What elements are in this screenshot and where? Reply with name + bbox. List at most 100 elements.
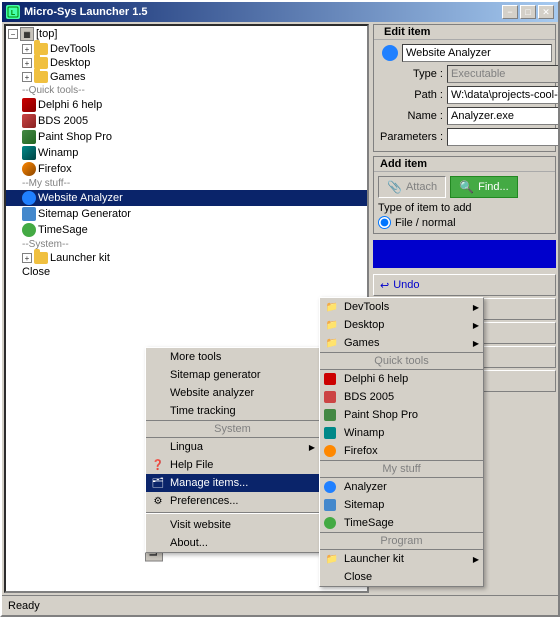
file-normal-radio[interactable] bbox=[378, 216, 391, 229]
menu-time-tracking[interactable]: Time tracking bbox=[146, 402, 319, 420]
edit-name2-input[interactable] bbox=[447, 107, 558, 125]
edit-name-input[interactable] bbox=[402, 44, 552, 62]
delphi-label: Delphi 6 help bbox=[38, 99, 102, 111]
tree-item-firefox[interactable]: Firefox bbox=[6, 161, 367, 177]
submenu-bds[interactable]: BDS 2005 bbox=[320, 388, 483, 406]
edit-item-content: Type : Path : Name : Param bbox=[374, 40, 555, 151]
tree-item-websiteanalyzer[interactable]: Website Analyzer bbox=[6, 190, 367, 206]
maximize-button[interactable]: □ bbox=[520, 5, 536, 19]
submenu-launcherkit[interactable]: 📁 Launcher kit ▶ bbox=[320, 550, 483, 568]
edit-path-input[interactable] bbox=[447, 86, 558, 104]
submenu-bds-icon bbox=[324, 391, 336, 403]
close-window-button[interactable]: ✕ bbox=[538, 5, 554, 19]
tree-item-bds[interactable]: BDS 2005 bbox=[6, 113, 367, 129]
menu-more-tools[interactable]: More tools bbox=[146, 348, 319, 366]
menu-sitemap-gen[interactable]: Sitemap generator bbox=[146, 366, 319, 384]
submenu-winamp[interactable]: Winamp bbox=[320, 424, 483, 442]
submenu-sitemap[interactable]: Sitemap bbox=[320, 496, 483, 514]
about-label: About... bbox=[170, 537, 208, 549]
submenu-timesage[interactable]: TimeSage bbox=[320, 514, 483, 532]
manage-icon: 🗂 bbox=[150, 475, 166, 491]
prefs-icon: ⚙ bbox=[150, 493, 166, 509]
submenu-psp[interactable]: Paint Shop Pro bbox=[320, 406, 483, 424]
tree-item-timesage[interactable]: TimeSage bbox=[6, 222, 367, 238]
menu-about[interactable]: About... bbox=[146, 534, 319, 552]
tree-item-devtools[interactable]: + DevTools bbox=[6, 42, 367, 56]
submenu-devtools[interactable]: 📁 DevTools ▶ bbox=[320, 298, 483, 316]
menu-preferences[interactable]: ⚙ Preferences... bbox=[146, 492, 319, 510]
submenu-analyzer[interactable]: Analyzer bbox=[320, 478, 483, 496]
submenu-firefox[interactable]: Firefox bbox=[320, 442, 483, 460]
sitemap-label: Sitemap Generator bbox=[38, 208, 131, 220]
tree-item-desktop[interactable]: + Desktop bbox=[6, 56, 367, 70]
minimize-button[interactable]: − bbox=[502, 5, 518, 19]
time-tracking-label: Time tracking bbox=[170, 405, 236, 417]
menu-sep2 bbox=[146, 512, 319, 514]
submenu-desktop[interactable]: 📁 Desktop ▶ bbox=[320, 316, 483, 334]
undo-label: Undo bbox=[393, 279, 419, 291]
svg-text:L: L bbox=[11, 10, 16, 17]
window-controls: − □ ✕ bbox=[502, 5, 554, 19]
close-label: Close bbox=[22, 266, 50, 278]
edit-name-row bbox=[378, 44, 551, 62]
submenu-sitemap-label: Sitemap bbox=[344, 499, 384, 511]
desktop-label: Desktop bbox=[50, 57, 90, 69]
tree-item-psp[interactable]: Paint Shop Pro bbox=[6, 129, 367, 145]
tree-item-sitemap[interactable]: Sitemap Generator bbox=[6, 206, 367, 222]
expand-launcherkit[interactable]: + bbox=[22, 253, 32, 263]
devtools-label: DevTools bbox=[50, 43, 95, 55]
tree-item-close[interactable]: Close bbox=[6, 265, 367, 279]
menu-help-file[interactable]: ❓ Help File bbox=[146, 456, 319, 474]
window-title: Micro-Sys Launcher 1.5 bbox=[24, 6, 148, 18]
attach-button[interactable]: 📎 Attach bbox=[378, 176, 446, 198]
file-normal-row[interactable]: File / normal bbox=[378, 216, 551, 229]
submenu-delphi[interactable]: Delphi 6 help bbox=[320, 370, 483, 388]
submenu-arrow-lingua: ▶ bbox=[309, 443, 315, 452]
edit-params-input[interactable] bbox=[447, 128, 558, 146]
main-window: L Micro-Sys Launcher 1.5 − □ ✕ − ▦ [top] bbox=[0, 0, 560, 617]
submenu-arrow-games: ▶ bbox=[473, 339, 479, 348]
submenu-games-icon: 📁 bbox=[324, 335, 340, 351]
submenu-games[interactable]: 📁 Games ▶ bbox=[320, 334, 483, 352]
menu-lingua[interactable]: Lingua ▶ bbox=[146, 438, 319, 456]
menu-website-analyzer[interactable]: Website analyzer bbox=[146, 384, 319, 402]
menu-visit-website[interactable]: Visit website bbox=[146, 516, 319, 534]
tree-item-system: --System-- bbox=[6, 238, 367, 251]
bds-label: BDS 2005 bbox=[38, 115, 88, 127]
submenu-delphi-label: Delphi 6 help bbox=[344, 373, 408, 385]
tree-item-mystuff: --My stuff-- bbox=[6, 177, 367, 190]
submenu-desktop-label: Desktop bbox=[344, 319, 384, 331]
type-section-label: Type of item to add bbox=[378, 202, 551, 214]
expand-desktop[interactable]: + bbox=[22, 58, 32, 68]
psp-label: Paint Shop Pro bbox=[38, 131, 112, 143]
edit-name2-row: Name : bbox=[378, 107, 551, 125]
params-label: Parameters : bbox=[378, 131, 443, 143]
submenu-close[interactable]: Close bbox=[320, 568, 483, 586]
expand-top[interactable]: − bbox=[8, 29, 18, 39]
submenu-winamp-label: Winamp bbox=[344, 427, 384, 439]
edit-params-row: Parameters : bbox=[378, 128, 551, 146]
add-item-title: Add item bbox=[374, 157, 555, 172]
tree-item-winamp[interactable]: Winamp bbox=[6, 145, 367, 161]
primary-context-menu: More tools Sitemap generator Website ana… bbox=[145, 347, 320, 553]
folder-icon-games bbox=[34, 71, 48, 83]
menu-manage-items[interactable]: 🗂 Manage items... bbox=[146, 474, 319, 492]
tree-item-launcherkit[interactable]: + Launcher kit bbox=[6, 251, 367, 265]
tree-item-games[interactable]: + Games bbox=[6, 70, 367, 84]
submenu-quick-section: Quick tools bbox=[320, 352, 483, 370]
add-item-group: Add item 📎 Attach 🔍 Find... Type of item… bbox=[373, 156, 556, 234]
visit-website-label: Visit website bbox=[170, 519, 231, 531]
find-button[interactable]: 🔍 Find... bbox=[450, 176, 518, 198]
winamp-icon bbox=[22, 146, 36, 160]
undo-button[interactable]: ↩ Undo bbox=[373, 274, 556, 296]
edit-type-input[interactable] bbox=[447, 65, 558, 83]
expand-games[interactable]: + bbox=[22, 72, 32, 82]
tree-item-top[interactable]: − ▦ [top] bbox=[6, 26, 367, 42]
blue-bar bbox=[373, 240, 556, 268]
expand-devtools[interactable]: + bbox=[22, 44, 32, 54]
system-label: --System-- bbox=[22, 239, 69, 250]
launcherkit-label: Launcher kit bbox=[50, 252, 110, 264]
mystuff-label: --My stuff-- bbox=[22, 178, 70, 189]
delphi-icon bbox=[22, 98, 36, 112]
tree-item-delphi[interactable]: Delphi 6 help bbox=[6, 97, 367, 113]
